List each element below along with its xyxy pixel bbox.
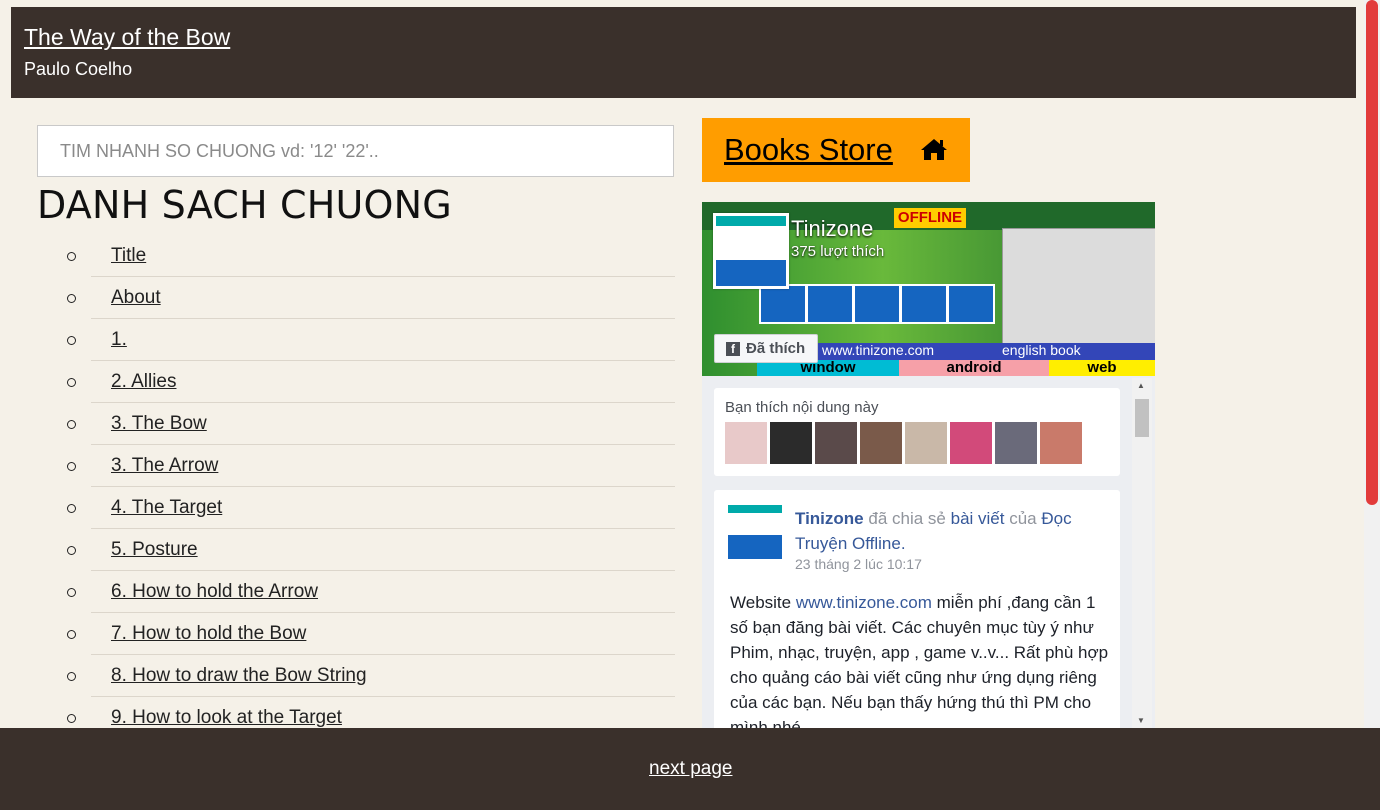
post-text-rest: miễn phí ,đang cần 1 số bạn đăng bài viế…	[730, 593, 1109, 729]
cover-tile	[806, 284, 854, 324]
scroll-down-arrow-icon[interactable]: ▼	[1137, 716, 1145, 725]
chapter-item: 3. The Arrow	[67, 446, 675, 487]
book-header: The Way of the Bow Paulo Coelho	[11, 7, 1356, 98]
bullet-icon	[67, 420, 76, 429]
page-cover-image[interactable]: OFFLINE www.tinizone.com english book wi…	[702, 202, 1155, 376]
chapter-list: Title About 1. 2. Allies 3. The Bow 3. The Ar…	[37, 236, 675, 740]
bullet-icon	[67, 588, 76, 597]
cover-english-book: english book	[1002, 342, 1081, 358]
bullet-icon	[67, 630, 76, 639]
chapter-item: 2. Allies	[67, 362, 675, 403]
feed-post: Tinizone đã chia sẻ bài viết của Đọc Tru…	[714, 490, 1120, 729]
liked-button-label: Đã thích	[746, 340, 806, 357]
facebook-page-widget: OFFLINE www.tinizone.com english book wi…	[702, 202, 1155, 729]
book-title-link[interactable]: The Way of the Bow	[24, 24, 230, 51]
chapter-item: 5. Posture	[67, 530, 675, 571]
next-page-link[interactable]: next page	[649, 758, 732, 780]
chapter-item: About	[67, 278, 675, 319]
bullet-icon	[67, 714, 76, 723]
cover-tile	[947, 284, 995, 324]
bullet-icon	[67, 462, 76, 471]
cover-screenshot-panel	[1002, 228, 1155, 345]
chapter-item: Title	[67, 236, 675, 277]
friend-avatar[interactable]	[950, 422, 992, 464]
page-scrollbar[interactable]	[1364, 0, 1380, 810]
post-text-prefix: Website	[730, 593, 792, 612]
chapter-link[interactable]: 8. How to draw the Bow String	[111, 665, 367, 687]
chapter-link[interactable]: 5. Posture	[111, 539, 198, 561]
chapter-item: 6. How to hold the Arrow	[67, 572, 675, 613]
bullet-icon	[67, 336, 76, 345]
widget-scrollbar-thumb[interactable]	[1135, 399, 1149, 437]
chapter-search-input[interactable]	[37, 125, 674, 177]
friends-like-card: Bạn thích nội dung này	[714, 388, 1120, 476]
post-of-text: của	[1009, 509, 1037, 528]
chapter-link[interactable]: 6. How to hold the Arrow	[111, 581, 318, 603]
chapter-link[interactable]: 3. The Arrow	[111, 455, 218, 477]
book-author: Paulo Coelho	[24, 59, 133, 79]
page-scrollbar-thumb[interactable]	[1366, 0, 1378, 505]
books-store-button[interactable]: Books Store	[702, 118, 970, 182]
cover-site-url: www.tinizone.com	[822, 342, 935, 358]
post-author-link[interactable]: Tinizone	[795, 509, 864, 528]
chapter-item: 8. How to draw the Bow String	[67, 656, 675, 697]
bullet-icon	[67, 378, 76, 387]
friend-avatar[interactable]	[995, 422, 1037, 464]
bullet-icon	[67, 546, 76, 555]
cover-tile	[853, 284, 901, 324]
chapter-link[interactable]: 3. The Bow	[111, 413, 207, 435]
chapter-link[interactable]: 1.	[111, 329, 127, 351]
friend-avatar[interactable]	[770, 422, 812, 464]
page-name-link[interactable]: Tinizone	[791, 216, 873, 242]
bullet-icon	[67, 504, 76, 513]
home-icon	[921, 139, 947, 160]
friend-avatar[interactable]	[815, 422, 857, 464]
chapter-link[interactable]: 9. How to look at the Target	[111, 707, 342, 729]
chapter-link[interactable]: 7. How to hold the Bow	[111, 623, 306, 645]
post-link[interactable]: bài viết	[951, 509, 1005, 528]
page-likes-count: 375 lượt thích	[791, 243, 885, 260]
post-header: Tinizone đã chia sẻ bài viết của Đọc Tru…	[795, 506, 1115, 556]
books-store-label: Books Store	[724, 132, 893, 167]
post-author-avatar[interactable]	[728, 505, 782, 559]
friend-avatar[interactable]	[905, 422, 947, 464]
chapter-item: 7. How to hold the Bow	[67, 614, 675, 655]
cover-tile	[759, 284, 807, 324]
facebook-icon: f	[726, 342, 740, 356]
chapter-link[interactable]: 2. Allies	[111, 371, 176, 393]
friends-like-label: Bạn thích nội dung này	[725, 399, 879, 416]
footer-bar: next page	[0, 728, 1380, 810]
bullet-icon	[67, 252, 76, 261]
bullet-icon	[67, 294, 76, 303]
scroll-up-arrow-icon[interactable]: ▲	[1137, 381, 1145, 390]
cover-offline-label: OFFLINE	[894, 208, 966, 228]
post-timestamp[interactable]: 23 tháng 2 lúc 10:17	[795, 556, 922, 572]
friend-avatar[interactable]	[860, 422, 902, 464]
cover-strip-web: web	[1049, 360, 1155, 376]
chapter-link[interactable]: About	[111, 287, 161, 309]
post-shared-text: đã chia sẻ	[868, 509, 946, 528]
post-body: Website www.tinizone.com miễn phí ,đang …	[730, 590, 1114, 729]
chapter-link[interactable]: Title	[111, 245, 146, 267]
friend-avatar[interactable]	[725, 422, 767, 464]
chapter-item: 1.	[67, 320, 675, 361]
liked-button[interactable]: f Đã thích	[714, 334, 818, 363]
chapter-link[interactable]: 4. The Target	[111, 497, 222, 519]
friend-avatar[interactable]	[1040, 422, 1082, 464]
chapter-item: 3. The Bow	[67, 404, 675, 445]
chapter-item: 4. The Target	[67, 488, 675, 529]
bullet-icon	[67, 672, 76, 681]
widget-scrollbar[interactable]: ▲ ▼	[1132, 378, 1152, 729]
page-profile-picture[interactable]	[713, 213, 789, 289]
post-text-link[interactable]: www.tinizone.com	[796, 593, 932, 612]
chapter-list-heading: DANH SACH CHUONG	[37, 183, 452, 227]
cover-strip-android: android	[899, 360, 1049, 376]
cover-tile	[900, 284, 948, 324]
